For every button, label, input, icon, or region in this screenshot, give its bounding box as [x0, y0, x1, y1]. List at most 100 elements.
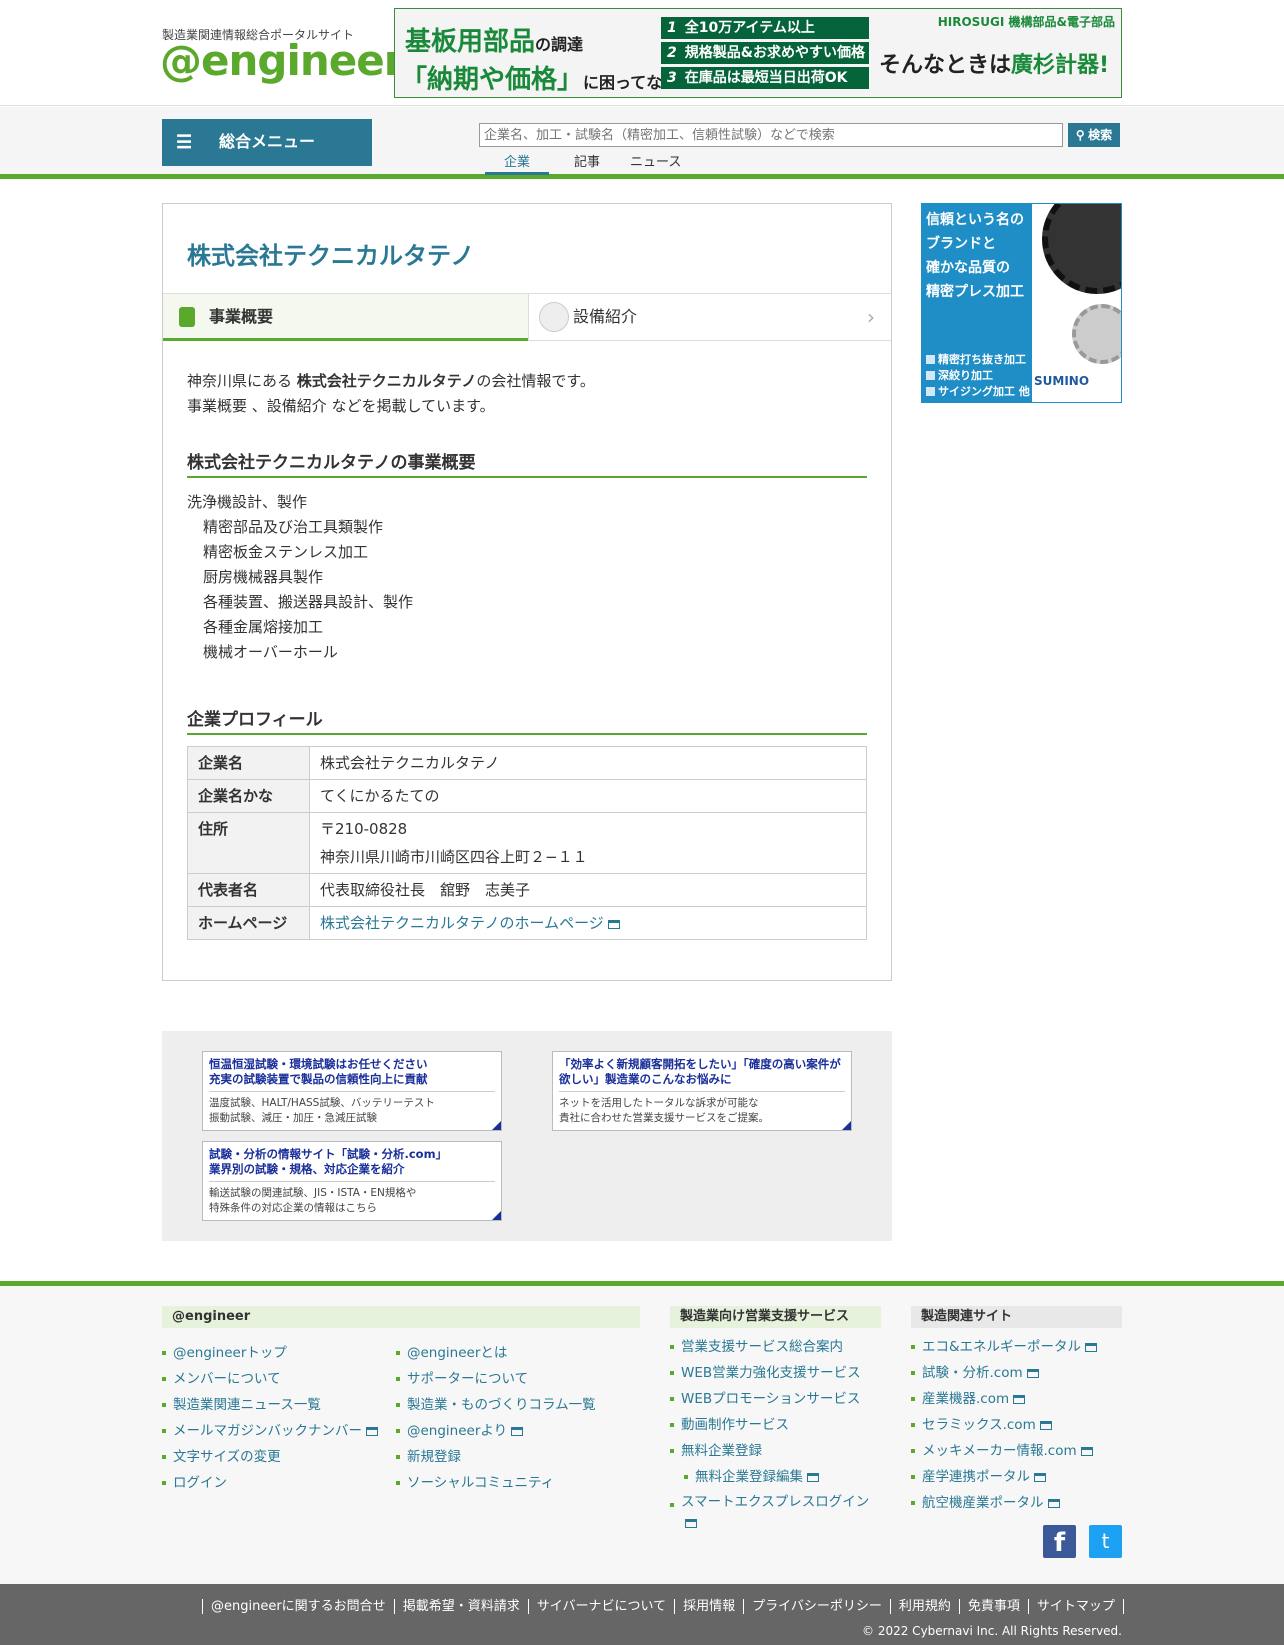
footer-link[interactable]: 動画制作サービス — [670, 1412, 881, 1438]
bottom-bar: @engineerに関するお問合せ 掲載希望・資料請求 サイバーナビについて 採用情報… — [0, 1584, 1284, 1645]
overview-item: 精密部品及び治工具類製作 — [203, 518, 384, 536]
side-ad-brand: SUMINO — [1034, 374, 1090, 388]
overview-heading: 株式会社テクニカルタテノの事業概要 — [187, 448, 867, 478]
footer-link[interactable]: サポーターについて — [396, 1366, 596, 1392]
bottom-link[interactable]: @engineerに関するお問合せ — [202, 1599, 394, 1614]
corner-arrow-icon — [492, 1121, 501, 1130]
footer-link[interactable]: メンバーについて — [162, 1366, 378, 1392]
footer-link[interactable]: 産学連携ポータル — [911, 1464, 1097, 1490]
search-icon: ⚲ — [1075, 128, 1085, 142]
overview-item: 精密板金ステンレス加工 — [203, 543, 369, 561]
corner-arrow-icon — [842, 1121, 851, 1130]
footer-link[interactable]: @engineerとは — [396, 1340, 596, 1366]
page-title: 株式会社テクニカルタテノ — [187, 242, 475, 270]
site-header: 製造業関連情報総合ポータルサイト @engineer 基板用部品の調達 「納期や… — [0, 0, 1284, 106]
homepage-link[interactable]: 株式会社テクニカルタテノのホームページ — [320, 914, 620, 932]
overview-list: 洗浄機設計、製作 精密部品及び治工具類製作 精密板金ステンレス加工 厨房機械器具… — [187, 490, 413, 665]
copyright: © 2022 Cybernavi Inc. All Rights Reserve… — [862, 1624, 1122, 1638]
external-link-icon — [1047, 1499, 1060, 1508]
external-link-icon — [511, 1427, 524, 1436]
footer-link[interactable]: セラミックス.com — [911, 1412, 1097, 1438]
hamburger-icon: ☰ — [176, 132, 193, 152]
footer-link[interactable]: 文字サイズの変更 — [162, 1444, 378, 1470]
overview-item: 各種装置、搬送器具設計、製作 — [203, 593, 414, 611]
footer-heading-engineer: @engineer — [162, 1306, 640, 1328]
banner-line2: 「納期や価格」に困ってない? — [401, 65, 688, 95]
footer-link[interactable]: @engineerより — [396, 1418, 596, 1444]
table-row: 代表者名 代表取締役社長 舘野 志美子 — [187, 873, 867, 907]
footer-link[interactable]: 無料企業登録 — [670, 1438, 881, 1464]
footer-link[interactable]: ソーシャルコミュニティ — [396, 1470, 596, 1496]
footer-link[interactable]: @engineerトップ — [162, 1340, 378, 1366]
ad-card[interactable]: 「効率よく新規顧客開拓をしたい」「確度の高い案件が欲しい」製造業のこんなお悩みに… — [552, 1051, 852, 1131]
external-link-icon — [1085, 1343, 1098, 1352]
footer-link[interactable]: 製造業関連ニュース一覧 — [162, 1392, 378, 1418]
footer-link[interactable]: メールマガジンバックナンバー — [162, 1418, 378, 1444]
footer-link[interactable]: WEBプロモーションサービス — [670, 1386, 881, 1412]
ad-card[interactable]: 試験・分析の情報サイト「試験・分析.com」 業界別の試験・規格、対応企業を紹介… — [202, 1141, 502, 1221]
bottom-links: @engineerに関するお問合せ 掲載希望・資料請求 サイバーナビについて 採用情報… — [202, 1595, 1124, 1614]
facebook-icon[interactable]: f — [1043, 1525, 1076, 1558]
chevron-right-icon: › — [867, 305, 875, 329]
footer-link[interactable]: 新規登録 — [396, 1444, 596, 1470]
footer-link[interactable]: 航空機産業ポータル — [911, 1490, 1097, 1516]
overview-item: 機械オーバーホール — [203, 643, 338, 661]
footer-link[interactable]: エコ&エネルギーポータル — [911, 1334, 1098, 1360]
search-tab-news[interactable]: ニュース — [630, 151, 681, 170]
footer-link[interactable]: 試験・分析.com — [911, 1360, 1097, 1386]
footer-link[interactable]: メッキメーカー情報.com — [911, 1438, 1097, 1464]
building-icon — [179, 307, 195, 327]
footer-col-2: @engineerとは サポーターについて 製造業・ものづくりコラム一覧 @en… — [396, 1340, 596, 1496]
bottom-link[interactable]: 掲載希望・資料請求 — [393, 1599, 528, 1614]
banner-feature-1: 1 全10万アイテム以上 — [661, 17, 869, 39]
footer-link[interactable]: 製造業・ものづくりコラム一覧 — [396, 1392, 596, 1418]
external-link-icon — [807, 1473, 819, 1482]
footer-col-4: エコ&エネルギーポータル 試験・分析.com 産業機器.com セラミックス.c… — [911, 1334, 1098, 1516]
side-banner-ad[interactable]: 信頼という名の ブランドと 確かな品質の 精密プレス加工 精密打ち抜き加工 深絞り加工… — [921, 203, 1122, 403]
footer-link[interactable]: 無料企業登録編集 — [684, 1464, 881, 1490]
side-ad-features: 精密打ち抜き加工 深絞り加工 サイジング加工 他 — [926, 352, 1030, 400]
external-link-icon — [1034, 1473, 1046, 1482]
banner-feature-3: 3 在庫品は最短当日出荷OK — [661, 67, 869, 89]
ad-area: 恒温恒湿試験・環境試験はお任せください 充実の試験装置で製品の信頼性向上に貢献 … — [162, 1031, 892, 1241]
search-button[interactable]: ⚲ 検索 — [1068, 123, 1120, 147]
profile-table: 企業名 株式会社テクニカルタテノ 企業名かな てくにかるたての 住所 〒210-082… — [187, 746, 867, 940]
bottom-link[interactable]: 利用規約 — [889, 1599, 959, 1614]
table-row: 住所 〒210-0828 神奈川県川崎市川崎区四谷上町２−１１ — [187, 812, 867, 874]
tab-overview[interactable]: 事業概要 — [163, 293, 528, 341]
bottom-link[interactable]: 免責事項 — [958, 1599, 1028, 1614]
bottom-link[interactable]: サイバーナビについて — [527, 1599, 675, 1614]
search-tab-company[interactable]: 企業 — [485, 151, 549, 175]
footer-link[interactable]: 営業支援サービス総合案内 — [670, 1334, 881, 1360]
footer-link[interactable]: 産業機器.com — [911, 1386, 1097, 1412]
footer-link[interactable]: スマートエクスプレスログイン — [670, 1492, 870, 1534]
corner-arrow-icon — [492, 1211, 501, 1220]
external-link-icon — [1026, 1369, 1039, 1378]
main-menu-button[interactable]: ☰ 総合メニュー — [162, 119, 372, 166]
ad-card[interactable]: 恒温恒湿試験・環境試験はお任せください 充実の試験装置で製品の信頼性向上に貢献 … — [202, 1051, 502, 1131]
overview-item: 各種金属熔接加工 — [203, 618, 324, 636]
bottom-link[interactable]: 採用情報 — [674, 1599, 744, 1614]
overview-item: 厨房機械器具製作 — [203, 568, 324, 586]
footer-heading-sales: 製造業向け営業支援サービス — [670, 1306, 881, 1328]
table-row: 企業名かな てくにかるたての — [187, 779, 867, 813]
footer-col-3: 営業支援サービス総合案内 WEB営業力強化支援サービス WEBプロモーションサー… — [670, 1334, 881, 1534]
side-ad-text: 信頼という名の ブランドと 確かな品質の 精密プレス加工 — [926, 212, 1024, 300]
twitter-icon[interactable]: t — [1089, 1525, 1122, 1558]
company-panel: 株式会社テクニカルタテノ 事業概要 設備紹介 › 神奈川県にある 株式会社テクニ… — [162, 203, 892, 981]
footer-link[interactable]: ログイン — [162, 1470, 378, 1496]
external-link-icon — [1013, 1395, 1026, 1404]
profile-heading: 企業プロフィール — [187, 705, 867, 735]
banner-brand: HIROSUGI 機構部品&電子部品 — [937, 15, 1115, 29]
bottom-link[interactable]: サイトマップ — [1027, 1599, 1124, 1614]
site-logo[interactable]: @engineer — [160, 40, 404, 82]
header-banner-ad[interactable]: 基板用部品の調達 「納期や価格」に困ってない? 1 全10万アイテム以上 2 規格製… — [394, 8, 1122, 98]
nav-bar: ☰総合メニュー ⚲ 検索 企業 記事 ニュース — [0, 107, 1284, 179]
search-tab-articles[interactable]: 記事 — [574, 151, 600, 170]
table-row: 企業名 株式会社テクニカルタテノ — [187, 746, 867, 780]
footer-link[interactable]: WEB営業力強化支援サービス — [670, 1360, 881, 1386]
search-input[interactable] — [479, 123, 1063, 147]
tab-equipment[interactable]: 設備紹介 › — [528, 293, 891, 341]
external-link-icon — [1080, 1447, 1093, 1456]
bottom-link[interactable]: プライバシーポリシー — [743, 1599, 890, 1614]
